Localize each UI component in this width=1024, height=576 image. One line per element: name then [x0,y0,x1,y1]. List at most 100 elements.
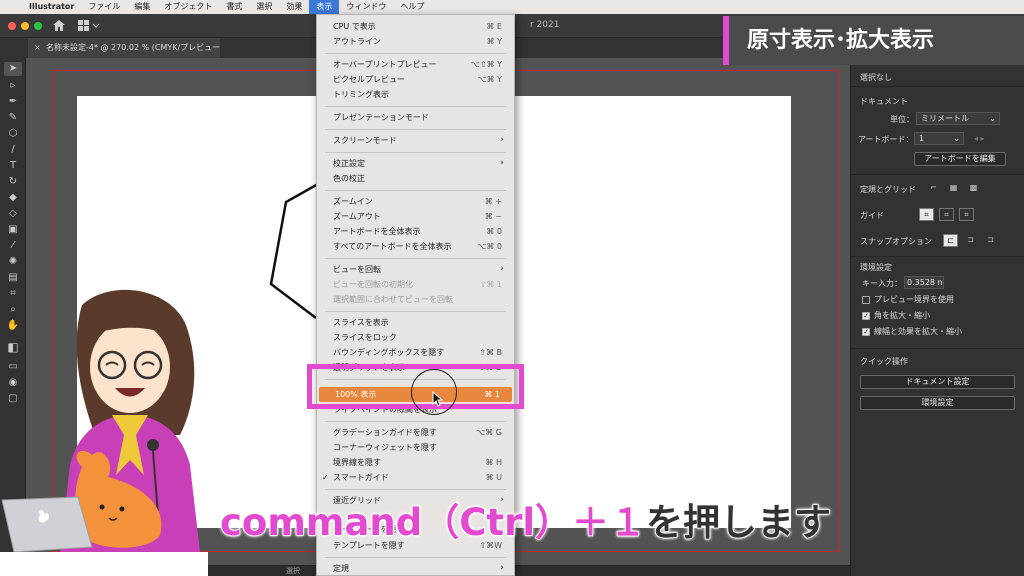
chart-tool-icon[interactable]: ▤ [4,271,22,285]
eraser-tool-icon[interactable]: ◆ [4,191,22,205]
polygon-tool-icon[interactable]: ⬡ [4,127,22,141]
menu-item-fit-all[interactable]: すべてのアートボードを全体表示 ⌥⌘ 0 [317,239,514,254]
lesson-title-banner: 原寸表示･拡大表示 [723,16,1024,65]
menu-app-name[interactable]: Illustrator [22,0,81,14]
rulers-grids-label: 定規とグリッド [860,185,916,194]
guides-label: ガイド [860,211,884,220]
snap-to-point-icon[interactable]: ⊏ [943,234,958,247]
menu-item-rotate-view[interactable]: ビューを回転 › [317,262,514,277]
window-title: r 2021 [530,20,560,30]
properties-panel: 選択なし ドキュメント 単位： ミリメートル ⌄ アートボード： 1 ⌄ ◂ ▸… [850,58,1024,576]
menu-select[interactable]: 選択 [249,0,279,14]
menu-item-lock-slices[interactable]: スライスをロック [317,330,514,345]
symbol-sprayer-tool-icon[interactable]: ✺ [4,255,22,269]
menu-item-presentation-mode[interactable]: プレゼンテーションモード [317,110,514,125]
rotate-tool-icon[interactable]: ↻ [4,175,22,189]
menu-object[interactable]: オブジェクト [157,0,219,14]
use-preview-bounds-label: プレビュー境界を使用 [874,295,954,304]
ruler-icon[interactable]: ⌐ [926,182,941,195]
submenu-arrow-icon: › [500,264,504,274]
menu-item-trim-view[interactable]: トリミング表示 [317,87,514,102]
key-increment-input[interactable]: 0.3528 n [904,276,944,289]
document-setup-button[interactable]: ドキュメント設定 [860,375,1015,389]
menu-item-screen-mode[interactable]: スクリーンモード › [317,133,514,148]
submenu-arrow-icon: › [500,158,504,168]
menu-item-rulers[interactable]: 定規 › [317,561,514,576]
menu-type[interactable]: 書式 [219,0,249,14]
curvature-tool-icon[interactable]: ✎ [4,111,22,125]
document-tab[interactable]: × 名称未設定-4* @ 270.02 % (CMYK/プレビュー) [28,38,220,58]
menu-item-fit-artboard[interactable]: アートボードを全体表示 ⌘ 0 [317,224,514,239]
preferences-button[interactable]: 環境設定 [860,396,1015,410]
scale-corners-label: 角を拡大・縮小 [874,311,930,320]
document-section-title: ドキュメント [860,97,908,106]
artboard-select[interactable]: 1 ⌄ [914,132,964,145]
no-selection-label: 選択なし [860,73,892,82]
menu-item-proof-colors[interactable]: 色の校正 [317,171,514,186]
selection-tool-icon[interactable]: ➤ [4,62,22,76]
menu-edit[interactable]: 編集 [127,0,157,14]
menu-item-smart-guides[interactable]: ✓ スマートガイド ⌘ U [317,470,514,485]
pen-tool-icon[interactable]: ✒ [4,95,22,109]
menu-file[interactable]: ファイル [81,0,127,14]
type-tool-icon[interactable]: T [4,159,22,173]
shape-builder-tool-icon[interactable]: ◇ [4,207,22,221]
grid-icon[interactable]: ▦ [946,182,961,195]
close-window-icon[interactable] [8,22,16,30]
workspace-switcher-icon[interactable] [78,20,100,31]
snap-to-pixel-icon[interactable]: ⊐ [963,234,978,247]
gradient-tool-icon[interactable]: ▣ [4,223,22,237]
eyedropper-tool-icon[interactable]: ⁄ [4,239,22,253]
make-guides-icon[interactable]: ⌗ [959,208,974,221]
preferences-section-title: 環境設定 [860,263,892,272]
menu-item-outline[interactable]: アウトライン ⌘ Y [317,34,514,49]
scale-strokes-checkbox[interactable]: ✓ [862,328,870,336]
mouse-cursor-icon [432,391,444,407]
menu-item-zoom-in[interactable]: ズームイン ⌘ + [317,194,514,209]
menu-item-hide-bounding-box[interactable]: バウンディングボックスを隠す ⇧⌘ B [317,345,514,360]
subtitle-caption: command（Ctrl）＋１を押します [219,492,832,546]
menu-item-hide-edges[interactable]: 境界線を隠す ⌘ H [317,455,514,470]
close-tab-icon[interactable]: × [34,38,41,58]
snap-options-label: スナップオプション [860,237,932,246]
minimize-window-icon[interactable] [21,22,29,30]
submenu-arrow-icon: › [500,563,504,573]
menu-item-hide-corner-widget[interactable]: コーナーウィジェットを隠す [317,440,514,455]
menu-item-zoom-out[interactable]: ズームアウト ⌘ − [317,209,514,224]
polygon-shape[interactable] [262,180,322,320]
menu-item-proof-setup[interactable]: 校正設定 › [317,156,514,171]
menu-item-rotate-view-to-selection: 選択範囲に合わせてビューを回転 [333,295,453,304]
menu-effect[interactable]: 効果 [279,0,309,14]
use-preview-bounds-checkbox[interactable] [862,296,870,304]
key-increment-label: キー入力： [862,279,902,288]
menu-item-reset-rotate-view: ビューを回転の初期化 ⇧⌘ 1 [333,280,502,289]
quick-actions-title: クイック操作 [860,357,908,366]
menu-window[interactable]: ウィンドウ [339,0,393,14]
menu-item-gpu-preview[interactable]: CPU で表示 ⌘ E [317,19,514,34]
scale-strokes-label: 線幅と効果を拡大・縮小 [874,327,962,336]
lock-guides-icon[interactable]: ⌗ [939,208,954,221]
zoom-window-icon[interactable] [34,22,42,30]
home-icon[interactable] [52,19,66,32]
checkmark-icon: ✓ [322,473,329,482]
presenter-character-illustration [1,289,200,552]
units-label: 単位： [890,115,914,124]
document-tab-title: 名称未設定-4* @ 270.02 % (CMYK/プレビュー) [46,43,220,52]
menu-help[interactable]: ヘルプ [393,0,431,14]
menu-item-hide-gradient-annotator[interactable]: グラデーションガイドを隠す ⌥⌘ G [317,425,514,440]
menu-item-show-slices[interactable]: スライスを表示 [317,315,514,330]
transparency-grid-icon[interactable]: ▩ [966,182,981,195]
background-corner [0,552,208,576]
snap-to-glyph-icon[interactable]: ⊐ [983,234,998,247]
scale-corners-checkbox[interactable]: ✓ [862,312,870,320]
menu-item-pixel-preview[interactable]: ピクセルプレビュー ⌥⌘ Y [317,72,514,87]
units-select[interactable]: ミリメートル ⌄ [916,112,1000,125]
paintbrush-tool-icon[interactable]: ∕ [4,143,22,157]
direct-selection-tool-icon[interactable]: ▹ [4,79,22,93]
show-guides-icon[interactable]: ⌗ [919,208,934,221]
menu-item-overprint-preview[interactable]: オーバープリントプレビュー ⌥⇧⌘ Y [317,57,514,72]
artboard-prev-next-icon[interactable]: ◂ ▸ [974,134,985,143]
edit-artboards-button[interactable]: アートボードを編集 [914,152,1006,166]
menu-view[interactable]: 表示 [309,0,340,14]
status-bar-tool: 選択 [286,567,300,575]
